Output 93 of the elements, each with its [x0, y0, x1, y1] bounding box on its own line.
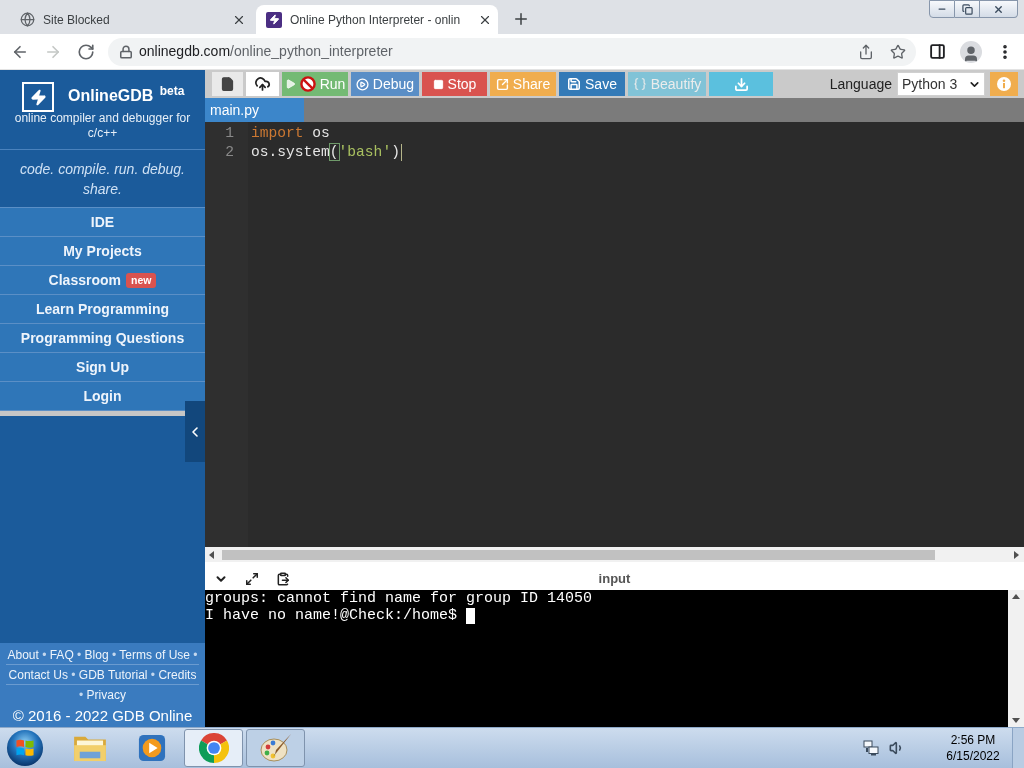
braces-icon [632, 77, 647, 91]
url-text: onlinegdb.com/online_python_interpreter [139, 42, 393, 61]
scroll-left-arrow-icon [209, 550, 214, 559]
restore-button[interactable] [955, 0, 980, 18]
collapse-sidebar-button[interactable] [185, 401, 205, 462]
chrome-logo-icon [198, 733, 229, 763]
brand-subtitle: online compiler and debugger for c/c++ [13, 111, 192, 141]
language-label: Language [829, 74, 892, 94]
taskbar-app-button[interactable] [246, 729, 305, 767]
terminal[interactable]: groups: cannot find name for group ID 14050 I have no name!@Check:/home$ [205, 590, 1024, 727]
terminal-line: groups: cannot find name for group ID 14050 [205, 590, 593, 607]
not-allowed-cursor-icon [299, 76, 316, 92]
new-file-button[interactable] [212, 72, 243, 96]
new-tag: new [125, 272, 157, 288]
run-button[interactable]: Run [282, 72, 348, 96]
profile-avatar-icon[interactable] [960, 40, 982, 63]
lightning-favicon-icon [266, 11, 282, 28]
bullet-separator: • [42, 648, 47, 662]
browser-tab[interactable]: Site Blocked [10, 5, 252, 34]
side-panel-icon[interactable] [929, 43, 946, 60]
tagline: code. compile. run. debug. share. [19, 160, 186, 199]
nav-link[interactable]: IDE [0, 208, 205, 237]
footer-link[interactable]: Contact Us [8, 668, 68, 682]
code-line: import os [251, 123, 330, 143]
brand-title: OnlineGDB $^{beta}$ [68, 86, 185, 106]
file-icon [220, 76, 235, 92]
nav-link[interactable]: Sign Up [0, 353, 205, 382]
address-bar[interactable]: onlinegdb.com/online_python_interpreter [108, 37, 916, 66]
save-button[interactable]: Save [559, 72, 625, 96]
folder-icon [72, 734, 107, 762]
bookmark-star-icon[interactable] [890, 43, 906, 60]
footer-link[interactable]: GDB Tutorial [78, 668, 148, 682]
scroll-up-arrow-icon [1012, 594, 1020, 599]
globe-icon [20, 12, 35, 27]
info-icon [997, 77, 1011, 91]
bullet-separator: • [79, 688, 84, 702]
close-icon [993, 3, 1004, 15]
play-icon [284, 78, 296, 90]
download-icon [733, 76, 749, 92]
code-editor[interactable]: 1 2 import os os.system('bash') [205, 122, 1024, 547]
media-player-icon [137, 734, 166, 762]
footer-link[interactable]: FAQ [49, 648, 74, 662]
bullet-separator: • [112, 648, 117, 662]
bullet-separator: • [193, 648, 198, 662]
lightning-logo-icon [22, 82, 54, 112]
restore-icon [961, 3, 973, 15]
footer-link[interactable]: Privacy [86, 688, 126, 702]
code-line: os.system('bash') [251, 142, 400, 162]
clipboard-arrow-icon[interactable] [276, 572, 290, 586]
windows-orb-icon [6, 729, 44, 767]
file-tab[interactable]: main.py [205, 98, 304, 122]
terminal-line: I have no name!@Check:/home$ [205, 607, 458, 624]
close-window-button[interactable] [980, 0, 1018, 18]
share-icon [495, 77, 509, 91]
footer-link[interactable]: Terms of Use [119, 648, 190, 662]
horizontal-scrollbar[interactable] [205, 547, 1024, 562]
bullet-separator: • [71, 668, 76, 682]
expand-arrows-icon[interactable] [245, 572, 259, 586]
copyright-text: © 2016 - 2022 GDB Online [12, 705, 193, 726]
vertical-scrollbar[interactable] [1008, 590, 1024, 727]
taskbar-app-button[interactable] [184, 729, 243, 767]
language-select[interactable]: Python 3 [897, 72, 985, 96]
clock-time: 2:56 PM [950, 732, 996, 748]
new-tab-icon[interactable] [512, 10, 530, 28]
upload-button[interactable] [246, 72, 279, 96]
lock-icon [119, 44, 133, 59]
nav-link[interactable]: Learn Programming [0, 295, 205, 324]
scroll-right-arrow-icon [1014, 550, 1019, 559]
bullet-separator: • [150, 668, 156, 682]
reload-icon [77, 42, 95, 61]
footer-link[interactable]: Credits [158, 668, 197, 682]
nav-link[interactable]: Classroom new [0, 266, 205, 295]
footer-link[interactable]: Blog [84, 648, 109, 662]
output-panel-title: input [598, 570, 631, 589]
debug-button[interactable]: Debug [351, 72, 419, 96]
footer-link[interactable]: About [7, 648, 39, 662]
share-icon[interactable] [858, 43, 874, 60]
browser-tab[interactable]: Online Python Interpreter - onlin [256, 5, 498, 34]
start-button[interactable] [5, 729, 45, 767]
stop-button[interactable]: Stop [422, 72, 487, 96]
cloud-upload-icon [254, 76, 271, 92]
nav-link[interactable]: Login [0, 382, 205, 411]
network-icon[interactable] [863, 740, 879, 756]
line-number: 1 [225, 123, 234, 143]
nav-link[interactable]: My Projects [0, 237, 205, 266]
scroll-down-arrow-icon [1012, 718, 1020, 723]
scrollbar-thumb[interactable] [222, 549, 935, 560]
circle-play-icon [355, 77, 369, 91]
line-number: 2 [225, 142, 234, 162]
nav-link[interactable]: Programming Questions [0, 324, 205, 353]
stop-icon [432, 78, 444, 90]
clock-date: 6/15/2022 [946, 748, 1000, 764]
bullet-separator: • [77, 648, 82, 662]
